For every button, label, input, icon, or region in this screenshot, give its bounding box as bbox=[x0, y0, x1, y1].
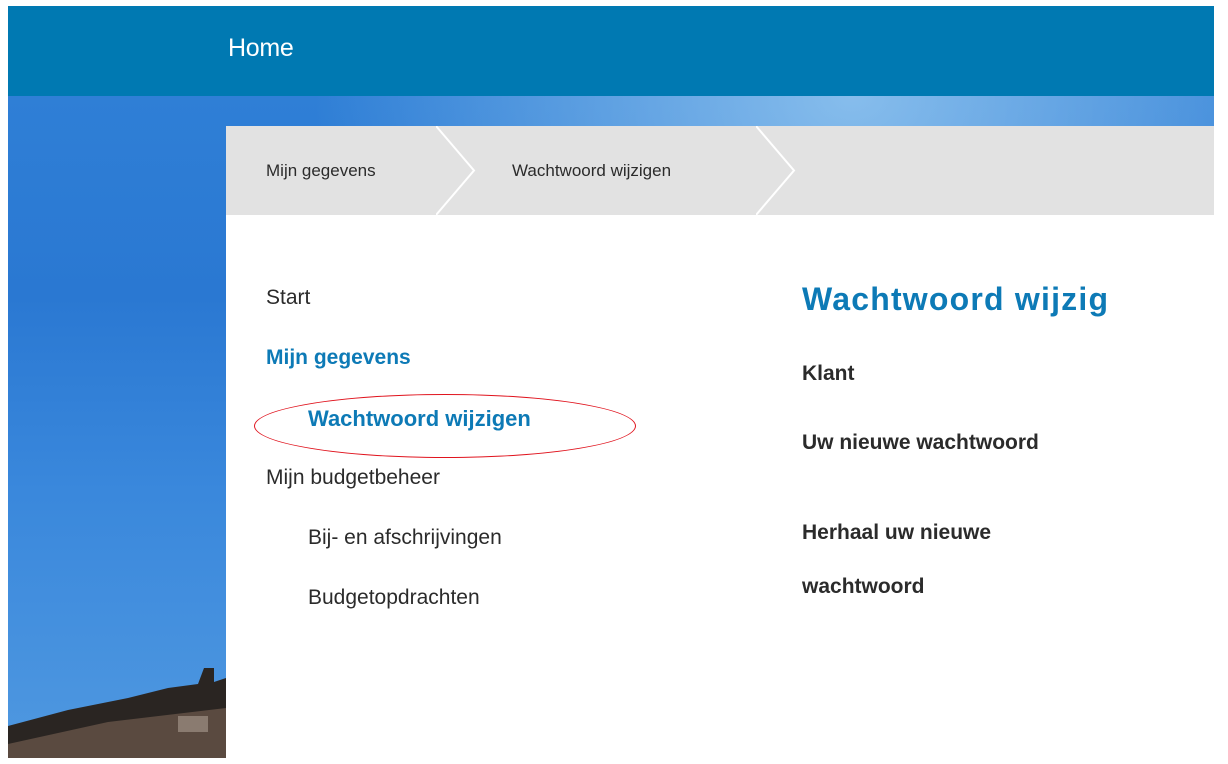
page: Home Mijn gegevens Wachtwoord wijzigen S… bbox=[8, 6, 1214, 758]
annotation-highlight-ellipse bbox=[254, 394, 636, 458]
sidebar-item-mijn-budgetbeheer[interactable]: Mijn budgetbeheer bbox=[266, 466, 440, 490]
field-label-klant: Klant bbox=[802, 362, 855, 385]
sidebar-item-budgetopdrachten[interactable]: Budgetopdrachten bbox=[308, 586, 480, 610]
breadcrumb: Mijn gegevens Wachtwoord wijzigen bbox=[226, 126, 1214, 215]
sidebar-item-bij-en-afschrijvingen[interactable]: Bij- en afschrijvingen bbox=[308, 526, 502, 550]
top-navigation-bar: Home bbox=[8, 6, 1214, 96]
breadcrumb-item-mijn-gegevens[interactable]: Mijn gegevens bbox=[266, 126, 376, 215]
breadcrumb-separator-icon bbox=[436, 126, 476, 215]
field-label-new-password: Uw nieuwe wachtwoord bbox=[802, 431, 1039, 454]
rooftop-silhouette bbox=[8, 668, 226, 758]
home-link[interactable]: Home bbox=[228, 34, 294, 63]
sidebar-item-start[interactable]: Start bbox=[266, 286, 310, 310]
sidebar-item-mijn-gegevens[interactable]: Mijn gegevens bbox=[266, 346, 411, 370]
field-label-repeat-password: Herhaal uw nieuwe wachtwoord bbox=[802, 521, 992, 598]
breadcrumb-separator-icon bbox=[756, 126, 796, 215]
page-title: Wachtwoord wijzig bbox=[802, 281, 1110, 317]
breadcrumb-item-wachtwoord-wijzigen[interactable]: Wachtwoord wijzigen bbox=[512, 126, 671, 215]
